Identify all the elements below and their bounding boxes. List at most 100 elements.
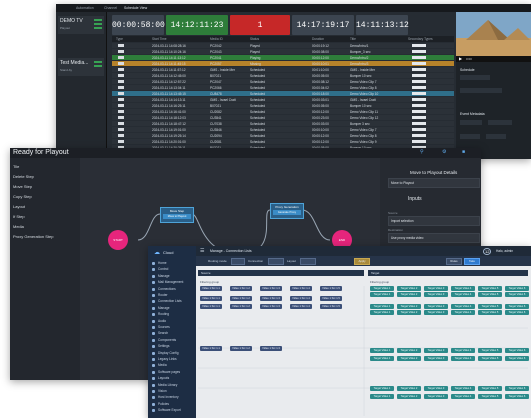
target-chip[interactable]: Target Video 3 bbox=[424, 304, 448, 309]
move-step-node[interactable]: Move Step Move to Playout bbox=[160, 207, 194, 223]
table-row[interactable]: 2024-03-11 14:19:25:14 CU2094 Scheduled 00:… bbox=[112, 133, 454, 138]
palette-item[interactable]: Copy Step bbox=[13, 194, 32, 199]
target-chip[interactable]: Target Video 1 bbox=[370, 292, 394, 297]
destination-field[interactable]: Use proxy media video bbox=[388, 233, 480, 243]
table-row[interactable]: 2024-03-11 14:10:24:16 PC2043 Played 00:00:… bbox=[112, 49, 454, 54]
source-chip[interactable]: Video 1 Src 1.3 bbox=[260, 286, 282, 291]
table-row[interactable]: 2024-03-11 14:12:45:00 B07021 Scheduled 00:… bbox=[112, 73, 454, 78]
nav-item[interactable]: Connection Lists bbox=[158, 299, 182, 303]
metadata-field[interactable] bbox=[460, 120, 482, 125]
target-chip[interactable]: Target Video 6 bbox=[505, 304, 529, 309]
target-chip[interactable]: Target Video 4 bbox=[451, 356, 475, 361]
menu-item-channel[interactable]: Channel bbox=[104, 6, 117, 10]
metadata-field[interactable] bbox=[460, 134, 480, 139]
table-row[interactable]: 2024-03-11 14:08:28:16 PC2042 Played 00:00:… bbox=[112, 43, 454, 48]
table-row[interactable]: 2024-03-11 14:16:25:11 B07021 Scheduled 00:… bbox=[112, 103, 454, 108]
col-type[interactable]: Type bbox=[116, 37, 123, 41]
menu-item-schedule-view[interactable]: Schedule View bbox=[124, 6, 147, 10]
connection-select[interactable] bbox=[268, 258, 284, 265]
target-chip[interactable]: Target Video 4 bbox=[451, 292, 475, 297]
nav-item[interactable]: Vision bbox=[158, 389, 167, 393]
apply-button[interactable]: Apply bbox=[354, 258, 370, 265]
col-media[interactable]: Media ID bbox=[210, 37, 223, 41]
table-row[interactable]: 2024-03-11 14:20:01:00 CU2081 Scheduled 00:… bbox=[112, 139, 454, 144]
rules-button[interactable]: Rules bbox=[446, 258, 462, 265]
schedule-field[interactable] bbox=[460, 88, 502, 93]
palette-item[interactable]: Media bbox=[13, 224, 24, 229]
user-greeting[interactable]: Halo, admin bbox=[496, 249, 513, 253]
target-chip[interactable]: Target Video 2 bbox=[397, 394, 421, 399]
target-chip[interactable]: Target Video 3 bbox=[424, 348, 448, 353]
col-duration[interactable]: Duration bbox=[312, 37, 324, 41]
target-chip[interactable]: Target Video 6 bbox=[505, 356, 529, 361]
source-chip[interactable]: Video 1 Src 1.2 bbox=[230, 286, 252, 291]
take-button[interactable]: Take bbox=[464, 258, 480, 265]
target-chip[interactable]: Target Video 1 bbox=[370, 310, 394, 315]
step-name-field[interactable]: Move to Playout bbox=[388, 178, 480, 188]
target-chip[interactable]: Target Video 3 bbox=[424, 310, 448, 315]
source-chip[interactable]: Video 1 Src 1.2 bbox=[230, 304, 252, 309]
target-chip[interactable]: Target Video 4 bbox=[451, 386, 475, 391]
nav-item[interactable]: Sources bbox=[158, 325, 170, 329]
source-chip[interactable]: Video 1 Src 1.5 bbox=[320, 304, 342, 309]
target-chip[interactable]: Target Video 2 bbox=[397, 292, 421, 297]
nav-item[interactable]: Components bbox=[158, 338, 176, 342]
target-chip[interactable]: Target Video 3 bbox=[424, 356, 448, 361]
nav-item[interactable]: Manage bbox=[158, 306, 170, 310]
source-chip[interactable]: Video 1 Src 1.1 bbox=[200, 346, 222, 351]
col-status[interactable]: Status bbox=[250, 37, 259, 41]
source-chip[interactable]: Video 1 Src 1.1 bbox=[200, 304, 222, 309]
target-chip[interactable]: Target Video 2 bbox=[397, 304, 421, 309]
palette-item[interactable]: Tile bbox=[13, 164, 19, 169]
nav-item[interactable]: Policies bbox=[158, 402, 169, 406]
target-chip[interactable]: Target Video 5 bbox=[478, 356, 502, 361]
source-chip[interactable]: Video 1 Src 1.5 bbox=[320, 286, 342, 291]
start-node[interactable]: START bbox=[108, 230, 128, 250]
target-chip[interactable]: Target Video 1 bbox=[370, 286, 394, 291]
col-title[interactable]: Title bbox=[350, 37, 356, 41]
target-chip[interactable]: Target Video 2 bbox=[397, 286, 421, 291]
source-chip[interactable]: Video 1 Src 1.2 bbox=[230, 296, 252, 301]
metadata-field[interactable] bbox=[488, 120, 512, 125]
target-chip[interactable]: Target Video 1 bbox=[370, 348, 394, 353]
target-chip[interactable]: Target Video 1 bbox=[370, 394, 394, 399]
menu-icon[interactable]: ☰ bbox=[200, 248, 204, 254]
nav-item[interactable]: Software pages bbox=[158, 370, 180, 374]
target-chip[interactable]: Target Video 1 bbox=[370, 304, 394, 309]
target-chip[interactable]: Target Video 5 bbox=[478, 386, 502, 391]
table-row[interactable]: 2024-03-11 14:18:47:12 CU7038 Scheduled 00:… bbox=[112, 121, 454, 126]
source-field[interactable]: Import selection bbox=[388, 216, 480, 226]
target-chip[interactable]: Target Video 5 bbox=[478, 348, 502, 353]
target-chip[interactable]: Target Video 2 bbox=[397, 348, 421, 353]
target-chip[interactable]: Target Video 5 bbox=[478, 286, 502, 291]
routing-mode-select[interactable] bbox=[231, 258, 245, 265]
alert-counter[interactable]: 1 bbox=[230, 15, 290, 35]
nav-item[interactable]: Display Config bbox=[158, 351, 179, 355]
target-chip[interactable]: Target Video 4 bbox=[451, 394, 475, 399]
target-chip[interactable]: Target Video 6 bbox=[505, 310, 529, 315]
nav-item[interactable]: Routing bbox=[158, 312, 169, 316]
target-chip[interactable]: Target Video 3 bbox=[424, 386, 448, 391]
target-chip[interactable]: Target Video 3 bbox=[424, 286, 448, 291]
target-chip[interactable]: Target Video 4 bbox=[451, 304, 475, 309]
table-row[interactable]: 2024-03-11 14:16:41:00 CU2082 Scheduled 00:… bbox=[112, 109, 454, 114]
layout-select[interactable] bbox=[300, 258, 316, 265]
source-chip[interactable]: Video 1 Src 1.3 bbox=[260, 296, 282, 301]
schedule-field[interactable] bbox=[460, 75, 490, 80]
table-row[interactable]: 2024-03-11 14:13:45:15 CU8478 Scheduled 00:… bbox=[112, 91, 454, 96]
target-chip[interactable]: Target Video 6 bbox=[505, 286, 529, 291]
nav-item[interactable]: Control bbox=[158, 267, 168, 271]
table-row[interactable]: 2024-03-11 14:19:01:00 CU3546 Scheduled 00:… bbox=[112, 127, 454, 132]
nav-item[interactable]: Media Library bbox=[158, 383, 177, 387]
channel-card[interactable]: DEMO TV Playout bbox=[58, 16, 104, 34]
source-chip[interactable]: Video 1 Src 1.5 bbox=[320, 296, 342, 301]
table-row[interactable]: 2024-03-11 14:12:57:22 PC2047 Scheduled 00:… bbox=[112, 79, 454, 84]
source-chip[interactable]: Video 1 Src 1.4 bbox=[290, 296, 312, 301]
target-chip[interactable]: Target Video 4 bbox=[451, 348, 475, 353]
table-row[interactable]: 2024-03-11 14:11:57:12 GMS - Inside Mer Sc… bbox=[112, 67, 454, 72]
nav-item[interactable]: Connections bbox=[158, 287, 176, 291]
target-chip[interactable]: Target Video 3 bbox=[424, 394, 448, 399]
nav-item[interactable]: Settings bbox=[158, 344, 170, 348]
target-chip[interactable]: Target Video 5 bbox=[478, 304, 502, 309]
target-chip[interactable]: Target Video 5 bbox=[478, 394, 502, 399]
